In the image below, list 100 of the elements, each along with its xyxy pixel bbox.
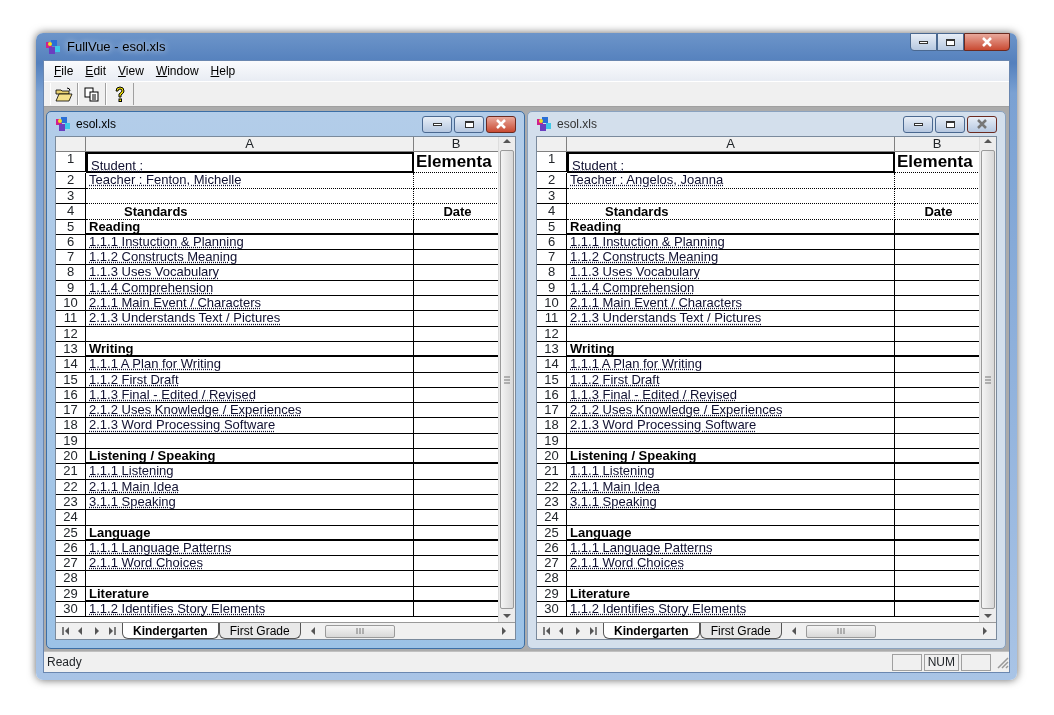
- column-header[interactable]: B: [414, 137, 498, 152]
- row-header[interactable]: 21: [537, 464, 567, 480]
- column-header[interactable]: A: [567, 137, 895, 152]
- minimize-button[interactable]: [910, 33, 937, 51]
- scroll-thumb[interactable]: [500, 150, 514, 609]
- table-cell: 1.1.2 Constructs Meaning: [570, 249, 719, 265]
- menu-item[interactable]: Help: [204, 62, 242, 80]
- sheet-tab[interactable]: First Grade: [218, 623, 301, 639]
- row-header[interactable]: 14: [537, 357, 567, 373]
- table-cell: 2.1.1 Main Event / Characters: [570, 295, 742, 311]
- row-header[interactable]: 30: [56, 602, 86, 618]
- right-arrow-icon[interactable]: [499, 626, 509, 636]
- table-cell: 1.1.3 Final - Edited / Revised: [570, 386, 737, 402]
- maximize-button[interactable]: [454, 115, 484, 133]
- row-header[interactable]: 21: [56, 464, 86, 480]
- row-header[interactable]: 27: [537, 556, 567, 572]
- row-header[interactable]: 27: [56, 556, 86, 572]
- menu-item[interactable]: File: [48, 62, 80, 80]
- row-header[interactable]: 28: [56, 571, 86, 587]
- last-sheet-icon[interactable]: [108, 626, 116, 636]
- sheet-tab[interactable]: Kindergarten: [603, 623, 700, 639]
- table-cell: 2.1.1 Word Choices: [570, 555, 684, 571]
- table-cell: 2.1.1 Word Choices: [89, 555, 203, 571]
- table-cell: Language: [89, 524, 151, 540]
- table-cell: Reading: [570, 218, 622, 234]
- copy-icon[interactable]: [84, 86, 100, 102]
- row-header[interactable]: 8: [56, 265, 86, 281]
- folder-icon[interactable]: [55, 86, 73, 102]
- menu-item[interactable]: Window: [149, 62, 205, 80]
- row-header[interactable]: 10: [56, 296, 86, 312]
- row-header[interactable]: 30: [537, 602, 567, 618]
- resize-grip-icon[interactable]: [995, 655, 1009, 669]
- row-header[interactable]: 10: [537, 296, 567, 312]
- table-cell: 1.1.4 Comprehension: [89, 279, 214, 295]
- first-sheet-icon[interactable]: [543, 626, 551, 636]
- table-cell: Elementa: [416, 152, 492, 171]
- menu-item[interactable]: Edit: [79, 62, 113, 80]
- last-sheet-icon[interactable]: [589, 626, 597, 636]
- row-header[interactable]: 2: [56, 173, 86, 189]
- table-cell: 1.1.1 Language Patterns: [570, 539, 713, 555]
- scroll-thumb[interactable]: [981, 150, 995, 609]
- row-header[interactable]: 14: [56, 357, 86, 373]
- row-header[interactable]: 2: [537, 173, 567, 189]
- table-cell: Standards: [124, 204, 188, 220]
- table-cell: 1.1.2 First Draft: [570, 371, 660, 387]
- table-cell: Elementa: [897, 152, 973, 171]
- right-arrow-icon[interactable]: [980, 626, 990, 636]
- row-header[interactable]: 4: [537, 204, 567, 220]
- row-header[interactable]: 3: [56, 189, 86, 205]
- minimize-button[interactable]: [422, 115, 452, 133]
- menu-item[interactable]: View: [112, 62, 150, 80]
- table-cell: 2.1.3 Word Processing Software: [89, 417, 276, 433]
- select-all-corner[interactable]: [56, 137, 86, 152]
- row-header[interactable]: 1: [56, 152, 86, 172]
- row-header[interactable]: 17: [56, 403, 86, 419]
- row-header[interactable]: 20: [537, 449, 567, 465]
- table-cell: 1.1.3 Uses Vocabulary: [570, 264, 701, 280]
- row-header[interactable]: 11: [56, 311, 86, 327]
- maximize-button[interactable]: [937, 33, 964, 51]
- sheet-tab[interactable]: First Grade: [699, 623, 782, 639]
- row-header[interactable]: 7: [537, 250, 567, 266]
- table-cell: Teacher : Angelos, Joanna: [570, 172, 724, 187]
- table-cell: Student :: [572, 158, 625, 173]
- column-header[interactable]: B: [895, 137, 979, 152]
- row-header[interactable]: 28: [537, 571, 567, 587]
- row-header[interactable]: 7: [56, 250, 86, 266]
- close-button[interactable]: [964, 33, 1010, 51]
- row-header[interactable]: 1: [537, 152, 567, 172]
- table-cell: 2.1.1 Main Idea: [89, 478, 179, 494]
- sheet-tab[interactable]: Kindergarten: [122, 623, 219, 639]
- close-button[interactable]: [486, 115, 516, 133]
- right-arrow-icon[interactable]: [573, 626, 583, 636]
- status-indicator: NUM: [923, 653, 959, 671]
- scroll-thumb[interactable]: [324, 624, 395, 638]
- column-header[interactable]: A: [86, 137, 414, 152]
- row-header[interactable]: 18: [537, 418, 567, 434]
- table-cell: 1.1.1 Listening: [89, 463, 174, 479]
- row-header[interactable]: 24: [537, 510, 567, 526]
- row-header[interactable]: 17: [537, 403, 567, 419]
- select-all-corner[interactable]: [537, 137, 567, 152]
- table-cell: 1.1.1 Listening: [570, 463, 655, 479]
- right-arrow-icon[interactable]: [92, 626, 102, 636]
- row-header[interactable]: 24: [56, 510, 86, 526]
- first-sheet-icon[interactable]: [62, 626, 70, 636]
- row-header[interactable]: 4: [56, 204, 86, 220]
- table-cell: 2.1.3 Understands Text / Pictures: [570, 310, 762, 326]
- table-cell: Writing: [570, 340, 615, 356]
- row-header[interactable]: 8: [537, 265, 567, 281]
- vertical-scrollbar[interactable]: [498, 137, 515, 622]
- window-title: esol.xls: [76, 116, 116, 133]
- row-header[interactable]: 11: [537, 311, 567, 327]
- row-header[interactable]: 18: [56, 418, 86, 434]
- table-cell: 1.1.4 Comprehension: [570, 279, 695, 295]
- window-title: esol.xls: [557, 116, 597, 133]
- scroll-thumb[interactable]: [805, 624, 876, 638]
- help-icon[interactable]: [114, 85, 126, 103]
- table-cell: 1.1.2 First Draft: [89, 371, 179, 387]
- app-icon: [45, 38, 61, 55]
- row-header[interactable]: 3: [537, 189, 567, 205]
- row-header[interactable]: 20: [56, 449, 86, 465]
